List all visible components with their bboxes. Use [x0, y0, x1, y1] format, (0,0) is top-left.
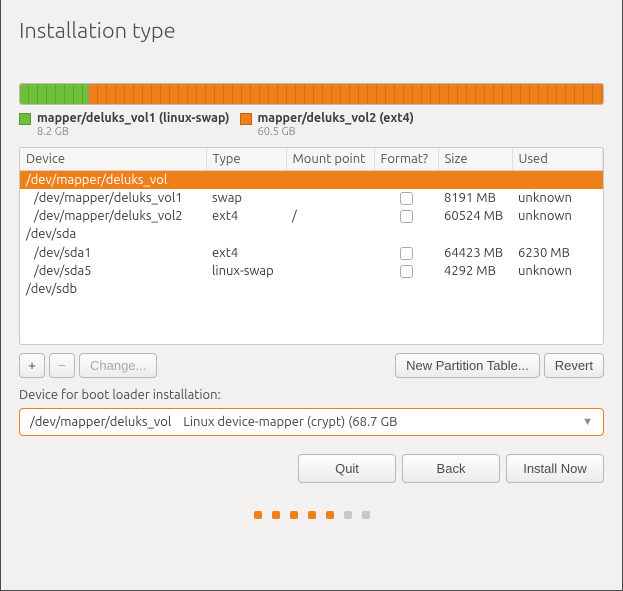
progress-dot — [308, 511, 316, 519]
col-type[interactable]: Type — [206, 148, 286, 171]
legend-size: 8.2 GB — [37, 126, 230, 139]
format-checkbox[interactable] — [400, 247, 413, 260]
remove-partition-button[interactable]: − — [49, 353, 75, 378]
table-row[interactable]: /dev/sda5linux-swap4292 MBunknown — [20, 262, 603, 280]
add-partition-button[interactable]: + — [19, 353, 45, 378]
installer-step: Installation type mapper/deluks_vol1 (li… — [0, 0, 623, 591]
bootloader-selected-device: /dev/mapper/deluks_vol — [30, 415, 171, 429]
col-used[interactable]: Used — [512, 148, 603, 171]
col-size[interactable]: Size — [438, 148, 512, 171]
table-row[interactable]: /dev/sda1ext464423 MB6230 MB — [20, 243, 603, 261]
table-row[interactable]: /dev/mapper/deluks_vol2ext4/60524 MBunkn… — [20, 207, 603, 225]
table-row[interactable]: /dev/sda — [20, 225, 603, 243]
disk-segment-vol2 — [89, 84, 603, 104]
back-button[interactable]: Back — [402, 454, 500, 483]
legend-item: mapper/deluks_vol2 (ext4) 60.5 GB — [240, 111, 415, 139]
change-partition-button[interactable]: Change... — [79, 353, 157, 378]
table-row[interactable]: /dev/mapper/deluks_vol1swap8191 MBunknow… — [20, 189, 603, 207]
install-now-button[interactable]: Install Now — [506, 454, 604, 483]
progress-dots — [19, 511, 604, 519]
progress-dot — [290, 511, 298, 519]
col-format[interactable]: Format? — [374, 148, 438, 171]
legend-label: mapper/deluks_vol2 (ext4) — [258, 111, 415, 126]
table-header: Device Type Mount point Format? Size Use… — [20, 148, 603, 171]
page-title: Installation type — [19, 18, 604, 43]
quit-button[interactable]: Quit — [298, 454, 396, 483]
table-row[interactable]: /dev/sdb — [20, 280, 603, 298]
partition-table: Device Type Mount point Format? Size Use… — [19, 147, 604, 345]
progress-dot — [326, 511, 334, 519]
disk-usage-bar — [19, 83, 604, 105]
wizard-footer: Quit Back Install Now — [19, 454, 604, 483]
partition-toolbar: + − Change... New Partition Table... Rev… — [19, 353, 604, 378]
chevron-down-icon: ▼ — [582, 416, 593, 428]
progress-dot — [362, 511, 370, 519]
format-checkbox[interactable] — [400, 210, 413, 223]
progress-dot — [344, 511, 352, 519]
legend-size: 60.5 GB — [258, 126, 415, 139]
revert-button[interactable]: Revert — [544, 353, 604, 378]
col-mount[interactable]: Mount point — [286, 148, 374, 171]
progress-dot — [272, 511, 280, 519]
format-checkbox[interactable] — [400, 192, 413, 205]
progress-dot — [254, 511, 262, 519]
legend-label: mapper/deluks_vol1 (linux-swap) — [37, 111, 230, 126]
disk-legend: mapper/deluks_vol1 (linux-swap) 8.2 GB m… — [19, 111, 604, 139]
bootloader-label: Device for boot loader installation: — [19, 388, 604, 402]
format-checkbox[interactable] — [400, 265, 413, 278]
bootloader-device-select[interactable]: /dev/mapper/deluks_vol Linux device-mapp… — [19, 408, 604, 436]
table-row[interactable]: /dev/mapper/deluks_vol — [20, 171, 603, 190]
col-device[interactable]: Device — [20, 148, 206, 171]
swatch-green — [19, 113, 31, 125]
new-partition-table-button[interactable]: New Partition Table... — [395, 353, 540, 378]
swatch-orange — [240, 113, 252, 125]
legend-item: mapper/deluks_vol1 (linux-swap) 8.2 GB — [19, 111, 230, 139]
disk-segment-vol1 — [20, 84, 89, 104]
bootloader-selected-desc: Linux device-mapper (crypt) (68.7 GB — [183, 415, 397, 429]
